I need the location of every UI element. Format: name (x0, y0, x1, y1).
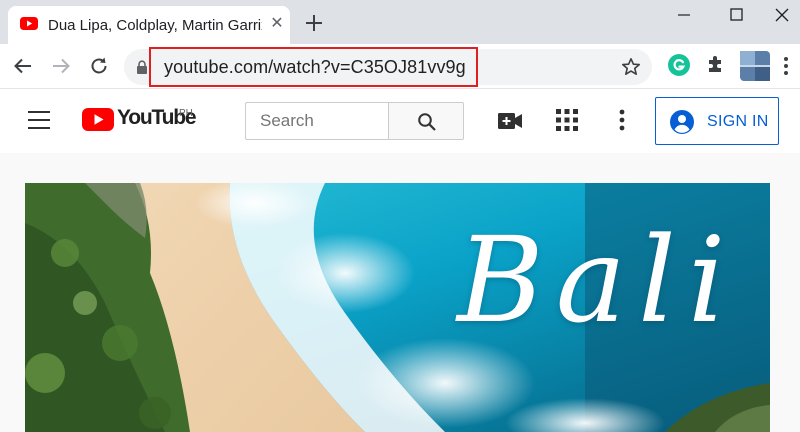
browser-menu-icon[interactable] (782, 56, 790, 76)
search-icon (418, 113, 436, 131)
profile-avatar-icon[interactable] (740, 51, 770, 81)
youtube-favicon-icon (20, 17, 38, 30)
search-input[interactable] (246, 103, 388, 139)
lock-icon[interactable] (136, 60, 148, 74)
new-tab-button[interactable] (301, 10, 327, 36)
apps-grid-icon[interactable] (556, 109, 578, 131)
search-button[interactable] (388, 102, 464, 140)
sign-in-label: SIGN IN (707, 113, 769, 130)
close-icon[interactable] (770, 4, 794, 26)
youtube-masthead: YouTube PH SIGN IN (0, 89, 800, 153)
url-highlight-box (149, 47, 478, 87)
bookmark-star-icon[interactable] (621, 57, 641, 77)
create-video-icon[interactable] (498, 112, 522, 130)
reload-icon[interactable] (88, 55, 110, 77)
search-input-container[interactable] (245, 102, 388, 140)
back-arrow-icon[interactable] (12, 55, 34, 77)
country-code: PH (179, 108, 193, 119)
video-player[interactable]: Bali (25, 183, 770, 432)
sign-in-button[interactable]: SIGN IN (655, 97, 779, 145)
tab-close-icon[interactable]: ✕ (268, 15, 286, 33)
puzzle-extensions-icon[interactable] (705, 53, 727, 75)
account-circle-icon (670, 110, 694, 134)
browser-tab-strip: Dua Lipa, Coldplay, Martin Garrix & Kygo… (0, 0, 800, 44)
maximize-icon[interactable] (724, 4, 748, 26)
browser-tab[interactable]: Dua Lipa, Coldplay, Martin Garrix & Kygo… (8, 6, 290, 44)
hamburger-menu-icon[interactable] (28, 111, 50, 129)
minimize-icon[interactable] (672, 4, 696, 26)
watch-page-content: Bali (0, 153, 800, 432)
settings-more-icon[interactable] (618, 109, 626, 131)
tab-title: Dua Lipa, Coldplay, Martin Garrix & Kygo… (48, 17, 262, 34)
forward-arrow-icon[interactable] (50, 55, 72, 77)
video-overlay-title: Bali (457, 211, 738, 349)
grammarly-icon[interactable] (667, 53, 691, 77)
youtube-logo-icon[interactable] (82, 108, 114, 131)
